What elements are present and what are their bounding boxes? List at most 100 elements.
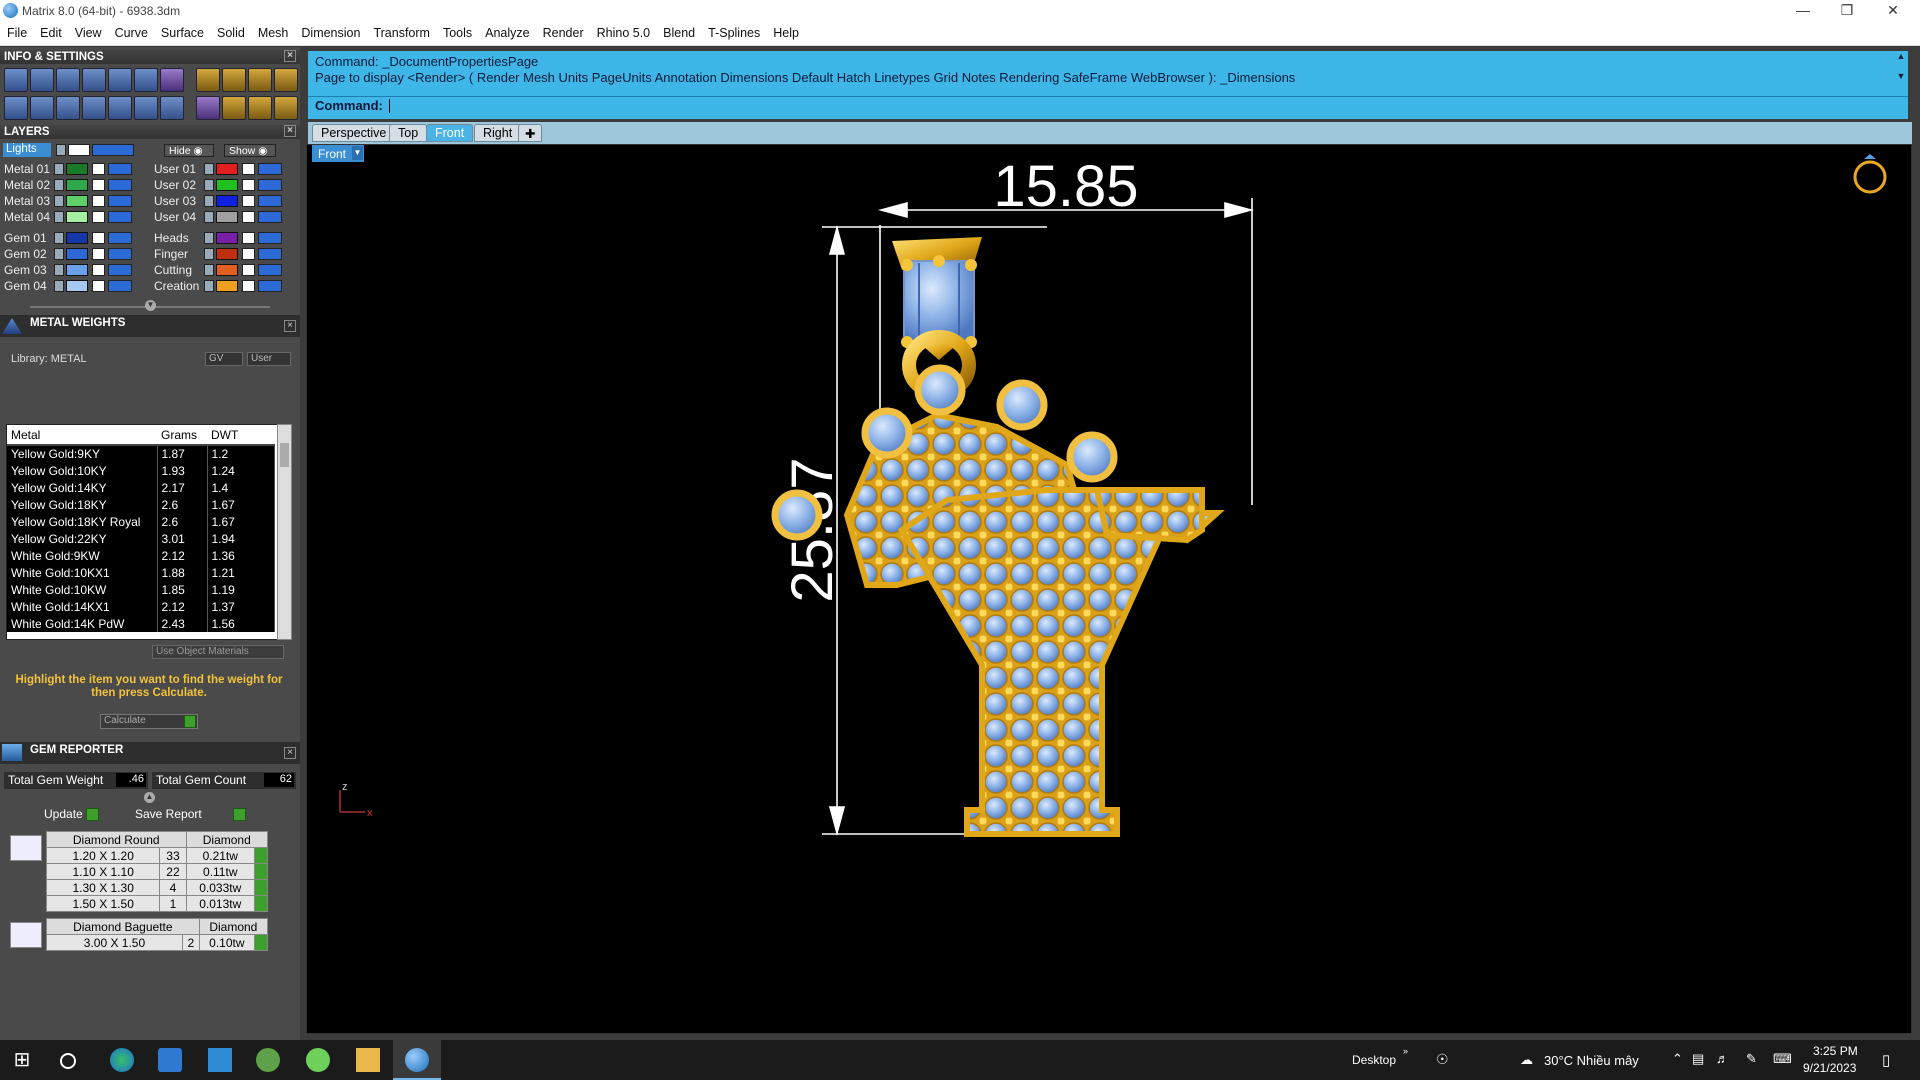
lock-icon[interactable]: [242, 195, 255, 207]
layer-visibility[interactable]: [108, 264, 132, 276]
layer-visibility[interactable]: [108, 232, 132, 244]
gv-toggle[interactable]: GV: [205, 352, 243, 366]
desktop-label[interactable]: Desktop: [1352, 1053, 1396, 1067]
layer-color-swatch[interactable]: [66, 248, 88, 260]
update-button[interactable]: Update: [32, 807, 112, 824]
layer-expand-toggle[interactable]: [204, 264, 214, 276]
layer-visibility[interactable]: [258, 232, 282, 244]
gem-row[interactable]: 3.00 X 1.50 2 0.10tw: [46, 934, 268, 951]
menu-help[interactable]: Help: [766, 22, 805, 40]
chevron-icon[interactable]: »: [1403, 1046, 1408, 1056]
layer-expand-toggle[interactable]: [204, 280, 214, 292]
people-icon[interactable]: ☉: [1436, 1051, 1449, 1068]
layer-row[interactable]: Metal 04: [0, 210, 140, 225]
history-icon[interactable]: [248, 96, 272, 120]
clock-date[interactable]: 9/21/2023: [1803, 1061, 1856, 1075]
layer-color-swatch[interactable]: [66, 280, 88, 292]
hide-button[interactable]: Hide ◉: [164, 144, 214, 157]
layer-color-swatch[interactable]: [216, 163, 238, 175]
layer-row[interactable]: Gem 04: [0, 279, 140, 294]
use-object-materials-checkbox[interactable]: Use Object Materials: [152, 645, 284, 659]
menu-file[interactable]: File: [0, 22, 33, 40]
layer-expand-toggle[interactable]: [54, 264, 64, 276]
add-tab-icon[interactable]: ✚: [518, 124, 543, 142]
layer-visibility[interactable]: [108, 211, 132, 223]
lights-layer[interactable]: Lights: [3, 143, 51, 157]
edge-browser-icon[interactable]: [110, 1048, 134, 1072]
layer-expand-toggle[interactable]: [54, 248, 64, 260]
layer-visibility[interactable]: [258, 280, 282, 292]
column-header[interactable]: Metal: [7, 425, 157, 446]
layer-visibility[interactable]: [258, 163, 282, 175]
layer-color-swatch[interactable]: [216, 179, 238, 191]
layer-visibility[interactable]: [108, 163, 132, 175]
collapse-icon[interactable]: ▲: [144, 792, 155, 803]
mail-icon[interactable]: [208, 1048, 232, 1072]
front-viewport[interactable]: 15.85 25.87 z x: [306, 144, 1912, 1034]
menu-curve[interactable]: Curve: [108, 22, 154, 40]
single-view-icon[interactable]: [30, 96, 54, 120]
user-toggle[interactable]: User: [247, 352, 291, 366]
layer-row[interactable]: Gem 03: [0, 263, 140, 278]
close-icon[interactable]: ×: [284, 320, 296, 332]
lock-icon[interactable]: [92, 211, 105, 223]
record-icon[interactable]: [274, 96, 298, 120]
menu-render[interactable]: Render: [536, 22, 590, 40]
layer-expand-toggle[interactable]: [204, 163, 214, 175]
notification-icon[interactable]: ▯: [1882, 1051, 1890, 1069]
layer-visibility[interactable]: [108, 195, 132, 207]
layer-expand-toggle[interactable]: [204, 211, 214, 223]
app-icon[interactable]: [256, 1048, 280, 1072]
show-button[interactable]: Show ◉: [224, 144, 276, 157]
layer-visibility[interactable]: [258, 264, 282, 276]
chevron-down-icon[interactable]: ▼: [352, 146, 363, 160]
layer-row[interactable]: Creation: [150, 279, 290, 294]
metal-weights-table[interactable]: Metal Grams DWT Yellow Gold:9KY 1.87 1.2 Ye…: [6, 424, 278, 640]
layer-visibility[interactable]: [108, 248, 132, 260]
layer-row[interactable]: Finger: [150, 247, 290, 262]
menu-transform[interactable]: Transform: [366, 22, 436, 40]
layer-row[interactable]: User 01: [150, 162, 290, 177]
planar-icon[interactable]: [274, 68, 298, 92]
filter-icon[interactable]: [108, 96, 132, 120]
command-input[interactable]: Command:: [308, 96, 1908, 115]
layer-color-swatch[interactable]: [216, 248, 238, 260]
layer-color-swatch[interactable]: [216, 280, 238, 292]
tab-perspective[interactable]: Perspective: [312, 124, 396, 142]
render-icon[interactable]: [196, 96, 220, 120]
layer-row[interactable]: Metal 02: [0, 178, 140, 193]
layer-color-swatch[interactable]: [66, 195, 88, 207]
grid-snap-icon[interactable]: [222, 68, 246, 92]
menu-dimension[interactable]: Dimension: [294, 22, 366, 40]
search-icon[interactable]: [60, 1053, 76, 1069]
cylinder-icon[interactable]: [82, 96, 106, 120]
table-row[interactable]: White Gold:10KX1 1.88 1.21: [7, 564, 275, 581]
layer-expand-toggle[interactable]: [204, 179, 214, 191]
tab-right[interactable]: Right: [474, 124, 522, 142]
play-icon[interactable]: [254, 879, 268, 896]
layer-color-swatch[interactable]: [66, 163, 88, 175]
lock-icon[interactable]: [92, 163, 105, 175]
table-row[interactable]: White Gold:14KX1 2.12 1.37: [7, 598, 275, 615]
layer-row[interactable]: Gem 02: [0, 247, 140, 262]
lock-icon[interactable]: [242, 163, 255, 175]
layer-color-swatch[interactable]: [216, 211, 238, 223]
minimize-icon[interactable]: —: [1780, 0, 1826, 22]
layer-color-swatch[interactable]: [66, 211, 88, 223]
layer-expand-toggle[interactable]: [54, 211, 64, 223]
menu-edit[interactable]: Edit: [33, 22, 68, 40]
layer-color-swatch[interactable]: [216, 195, 238, 207]
document-icon[interactable]: [108, 68, 132, 92]
ring-icon[interactable]: [1853, 154, 1887, 194]
play-icon[interactable]: [254, 895, 268, 912]
viewport-layout-icon[interactable]: [4, 96, 28, 120]
save-icon[interactable]: [82, 68, 106, 92]
layer-color-swatch[interactable]: [216, 232, 238, 244]
clock-time[interactable]: 3:25 PM: [1813, 1044, 1858, 1058]
layer-toggle[interactable]: [56, 144, 66, 156]
layer-visibility[interactable]: [92, 144, 134, 156]
tab-top[interactable]: Top: [389, 124, 428, 142]
table-row[interactable]: White Gold:14K PdW 2.43 1.56: [7, 615, 275, 632]
round-gem-icon[interactable]: [10, 835, 42, 861]
layer-visibility[interactable]: [258, 195, 282, 207]
